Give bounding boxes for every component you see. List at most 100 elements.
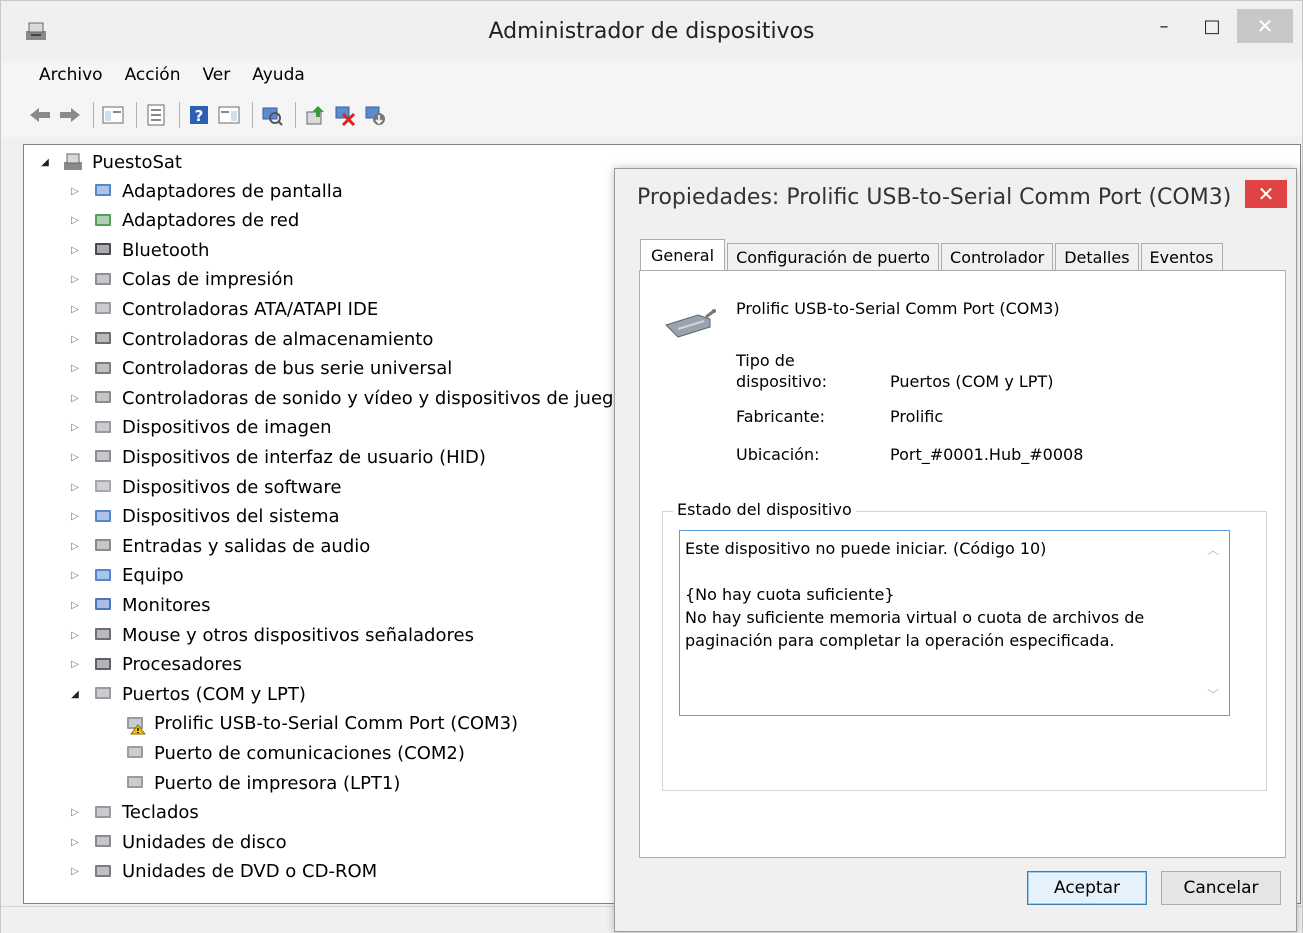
menu-ayuda[interactable]: Ayuda	[244, 61, 313, 93]
show-hide-tree-icon[interactable]	[100, 102, 126, 128]
back-arrow-icon[interactable]	[27, 102, 53, 128]
tree-item[interactable]: ◢ Puertos (COM y LPT)	[68, 680, 306, 708]
keyboard-icon	[95, 805, 111, 818]
tree-item[interactable]: ▷ Bluetooth	[68, 236, 209, 264]
expand-arrow-icon[interactable]: ▷	[68, 866, 82, 877]
device-type-value: Puertos (COM y LPT)	[890, 372, 1054, 391]
tree-item[interactable]: ▷ Dispositivos del sistema	[68, 503, 339, 531]
tree-item[interactable]: ▷ Entradas y salidas de audio	[68, 532, 370, 560]
dialog-title: Propiedades: Prolific USB-to-Serial Comm…	[637, 185, 1232, 210]
toolbar-separator	[179, 102, 180, 128]
tree-item[interactable]: ▷ Dispositivos de imagen	[68, 414, 331, 442]
system-device-icon	[95, 509, 111, 522]
com-port-icon	[127, 716, 146, 735]
title-bar: Administrador de dispositivos – □ ✕	[1, 1, 1302, 61]
expand-arrow-icon[interactable]: ▷	[68, 334, 82, 345]
status-line: paginación para completar la operación e…	[685, 631, 1115, 650]
tree-item[interactable]: Puerto de comunicaciones (COM2)	[124, 739, 465, 767]
expand-arrow-icon[interactable]: ▷	[68, 186, 82, 197]
device-type-label-line2: dispositivo:	[736, 372, 828, 391]
expand-arrow-icon[interactable]: ▷	[68, 393, 82, 404]
expand-arrow-icon[interactable]: ▷	[68, 600, 82, 611]
close-button[interactable]: ✕	[1237, 9, 1293, 43]
tree-item[interactable]: ▷ Monitores	[68, 591, 210, 619]
expand-arrow-icon[interactable]: ▷	[68, 422, 82, 433]
menu-accion[interactable]: Acción	[117, 61, 189, 93]
scroll-down-icon[interactable]: ﹀	[1207, 684, 1219, 707]
collapse-arrow-icon[interactable]: ◢	[38, 157, 52, 168]
tree-item[interactable]: ▷ Teclados	[68, 799, 199, 827]
tree-child-label: Puerto de impresora (LPT1)	[154, 772, 401, 794]
expand-arrow-icon[interactable]: ▷	[68, 274, 82, 285]
tree-item[interactable]: ▷ Equipo	[68, 562, 184, 590]
tree-child-label: Prolific USB-to-Serial Comm Port (COM3)	[154, 713, 519, 735]
manufacturer-value: Prolific	[890, 407, 944, 426]
tree-item-label: Controladoras de bus serie universal	[122, 358, 453, 380]
expand-arrow-icon[interactable]: ▷	[68, 659, 82, 670]
tree-item[interactable]: Prolific USB-to-Serial Comm Port (COM3)	[124, 710, 518, 738]
tree-item[interactable]: ▷ Colas de impresión	[68, 266, 294, 294]
expand-arrow-icon[interactable]: ▷	[68, 452, 82, 463]
scroll-up-icon[interactable]: ︿	[1207, 539, 1219, 562]
minimize-button[interactable]: –	[1141, 9, 1187, 43]
device-status-textbox[interactable]: Este dispositivo no puede iniciar. (Códi…	[679, 530, 1230, 716]
tree-item-label: Puertos (COM y LPT)	[122, 683, 306, 705]
expand-arrow-icon[interactable]: ▷	[68, 630, 82, 641]
tree-item[interactable]: ▷ Dispositivos de software	[68, 473, 341, 501]
maximize-button[interactable]: □	[1189, 9, 1235, 43]
expand-arrow-icon[interactable]: ▷	[68, 541, 82, 552]
tab-driver[interactable]: Controlador	[941, 243, 1054, 271]
tree-item[interactable]: ▷ Controladoras de sonido y vídeo y dispo…	[68, 384, 624, 412]
expand-arrow-icon[interactable]: ▷	[68, 482, 82, 493]
device-status-legend: Estado del dispositivo	[673, 500, 856, 519]
scan-hardware-icon[interactable]	[259, 102, 285, 128]
tree-item-label: Dispositivos de interfaz de usuario (HID…	[122, 446, 486, 468]
tree-item[interactable]: ▷ Procesadores	[68, 651, 242, 679]
expand-arrow-icon[interactable]: ▷	[68, 245, 82, 256]
expand-arrow-icon[interactable]: ▷	[68, 215, 82, 226]
properties-icon[interactable]	[143, 102, 169, 128]
action-pane-icon[interactable]	[216, 102, 242, 128]
tab-events[interactable]: Eventos	[1140, 243, 1223, 271]
enable-device-icon[interactable]	[362, 102, 388, 128]
expand-arrow-icon[interactable]: ▷	[68, 363, 82, 374]
tree-item[interactable]: ▷ Adaptadores de pantalla	[68, 177, 343, 205]
svg-text:?: ?	[195, 107, 204, 125]
ok-button[interactable]: Aceptar	[1027, 871, 1147, 905]
expand-arrow-icon[interactable]: ▷	[68, 807, 82, 818]
expand-arrow-icon[interactable]: ▷	[68, 837, 82, 848]
tree-item[interactable]: ▷ Controladoras ATA/ATAPI IDE	[68, 295, 378, 323]
expand-arrow-icon[interactable]: ▷	[68, 304, 82, 315]
computer-icon	[95, 568, 111, 581]
tree-item[interactable]: Puerto de impresora (LPT1)	[124, 769, 400, 797]
tree-item[interactable]: ▷ Controladoras de almacenamiento	[68, 325, 433, 353]
menu-ver[interactable]: Ver	[195, 61, 239, 93]
tree-item-label: Controladoras de almacenamiento	[122, 328, 434, 350]
properties-dialog: Propiedades: Prolific USB-to-Serial Comm…	[614, 168, 1297, 932]
bluetooth-icon	[95, 243, 111, 256]
forward-arrow-icon[interactable]	[57, 102, 83, 128]
com-port-icon	[127, 746, 143, 759]
tree-item-label: Entradas y salidas de audio	[122, 535, 371, 557]
tree-item[interactable]: ▷ Unidades de disco	[68, 828, 286, 856]
tab-port-settings[interactable]: Configuración de puerto	[727, 243, 940, 271]
tree-item[interactable]: ▷ Adaptadores de red	[68, 207, 299, 235]
tree-item[interactable]: ▷ Dispositivos de interfaz de usuario (HI…	[68, 443, 486, 471]
tree-item[interactable]: ▷ Unidades de DVD o CD-ROM	[68, 858, 377, 886]
cancel-button[interactable]: Cancelar	[1161, 871, 1281, 905]
expand-arrow-icon[interactable]: ▷	[68, 511, 82, 522]
tab-general[interactable]: General	[640, 239, 726, 271]
tree-item-label: Mouse y otros dispositivos señaladores	[122, 624, 474, 646]
expand-arrow-icon[interactable]: ▷	[68, 570, 82, 581]
uninstall-device-icon[interactable]	[332, 102, 358, 128]
help-icon[interactable]: ?	[186, 102, 212, 128]
dialog-close-button[interactable]: ✕	[1245, 180, 1287, 208]
collapse-arrow-icon[interactable]: ◢	[68, 689, 82, 700]
tab-details[interactable]: Detalles	[1055, 243, 1139, 271]
update-driver-icon[interactable]	[302, 102, 328, 128]
tree-item[interactable]: ▷ Mouse y otros dispositivos señaladores	[68, 621, 474, 649]
tree-item[interactable]: ▷ Controladoras de bus serie universal	[68, 355, 452, 383]
tree-root[interactable]: ◢ PuestoSat	[38, 148, 182, 176]
dvd-drive-icon	[95, 864, 111, 877]
menu-archivo[interactable]: Archivo	[31, 61, 111, 93]
